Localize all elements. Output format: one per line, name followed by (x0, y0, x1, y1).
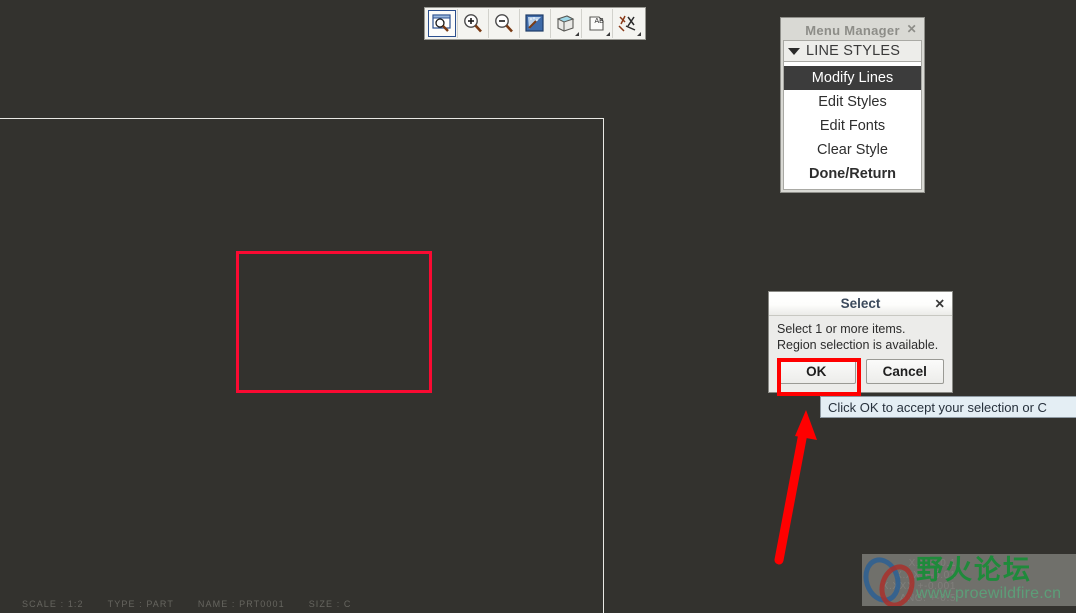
annotation-display-button[interactable]: AB (582, 9, 613, 38)
select-dialog-body: Select 1 or more items. Region selection… (769, 316, 952, 353)
status-name: NAME : PRT0001 (197, 599, 285, 609)
select-dialog[interactable]: Select ✕ Select 1 or more items. Region … (768, 291, 953, 393)
line-styles-label: LINE STYLES (806, 43, 901, 59)
status-scale: SCALE : 1:2 (22, 599, 84, 609)
selected-entity-rectangle[interactable] (236, 251, 432, 393)
menu-manager-panel[interactable]: Menu Manager ✕ LINE STYLES Modify Lines … (780, 17, 925, 193)
zoom-window-icon (432, 13, 451, 32)
watermark-rings-icon (862, 554, 920, 606)
menu-item-modify-lines[interactable]: Modify Lines (784, 66, 921, 90)
close-icon[interactable]: ✕ (935, 296, 945, 311)
zoom-in-button[interactable] (458, 9, 489, 38)
menu-item-clear-style[interactable]: Clear Style (784, 138, 921, 162)
watermark-logo-text: 野火论坛 (916, 555, 1032, 586)
repaint-button[interactable] (520, 9, 551, 38)
menu-manager-list[interactable]: Modify Lines Edit Styles Edit Fonts Clea… (783, 61, 922, 190)
status-size: SIZE : C (308, 599, 352, 609)
annotation-display-dropdown-arrow[interactable] (606, 32, 610, 36)
menu-item-done-return[interactable]: Done/Return (784, 162, 921, 186)
watermark-url-text: www.proewildfire.cn (916, 585, 1062, 602)
forum-watermark: 野火论坛 www.proewildfire.cn (862, 554, 1076, 606)
zoom-out-icon (495, 13, 513, 32)
zoom-in-icon (464, 13, 482, 32)
select-dialog-buttons: OK Cancel (769, 353, 952, 392)
close-icon[interactable]: ✕ (907, 22, 917, 36)
menu-item-edit-styles[interactable]: Edit Styles (784, 90, 921, 114)
select-dialog-title-label: Select (840, 296, 881, 311)
cancel-button[interactable]: Cancel (865, 359, 944, 384)
datum-display-button[interactable] (613, 9, 643, 38)
select-message-line-2: Region selection is available. (777, 338, 939, 352)
view-toolbar[interactable]: AB (424, 7, 646, 40)
repaint-icon (525, 13, 544, 32)
chevron-down-icon[interactable] (788, 47, 800, 55)
menu-manager-titlebar: Menu Manager ✕ (783, 20, 922, 40)
zoom-window-button[interactable] (427, 9, 458, 38)
select-message-line-1: Select 1 or more items. (777, 322, 906, 336)
ok-button-tooltip: Click OK to accept your selection or C (820, 396, 1076, 418)
line-styles-header[interactable]: LINE STYLES (783, 40, 922, 61)
display-style-button[interactable] (551, 9, 582, 38)
svg-text:AB: AB (595, 18, 605, 25)
select-dialog-titlebar: Select ✕ (769, 292, 952, 316)
display-style-dropdown-arrow[interactable] (575, 32, 579, 36)
menu-manager-title-label: Menu Manager (805, 22, 900, 38)
zoom-out-button[interactable] (489, 9, 520, 38)
ok-button[interactable]: OK (777, 359, 856, 384)
status-type: TYPE : PART (107, 599, 174, 609)
drawing-status-bar: SCALE : 1:2 TYPE : PART NAME : PRT0001 S… (0, 595, 604, 613)
menu-item-edit-fonts[interactable]: Edit Fonts (784, 114, 921, 138)
datum-display-dropdown-arrow[interactable] (637, 32, 641, 36)
